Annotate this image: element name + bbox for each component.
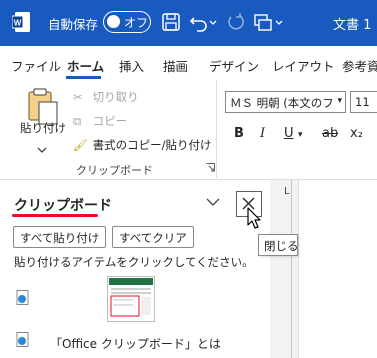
screenshot-thumbnail-icon (109, 278, 153, 317)
tab-draw[interactable]: 描画 (163, 56, 188, 75)
cut-label: 切り取り (92, 90, 139, 104)
customize-quick-access-icon[interactable] (252, 11, 274, 33)
subscript-button[interactable]: x₂ (350, 126, 363, 141)
ribbon-tabs: ファイル ホーム 挿入 描画 デザイン レイアウト 参考資 (0, 46, 377, 80)
close-tooltip: 閉じる (258, 234, 299, 256)
word-app-icon: W (12, 12, 30, 32)
font-size-select[interactable]: 11 (350, 91, 377, 113)
autosave-toggle[interactable]: オフ (103, 11, 151, 33)
pane-hint: 貼り付けるアイテムをクリックしてください。 (14, 255, 254, 269)
vertical-ruler (270, 180, 292, 358)
undo-icon[interactable] (188, 11, 210, 33)
tab-file[interactable]: ファイル (11, 56, 61, 75)
copy-icon: ⧉ (73, 114, 82, 128)
document-title: 文書 1 (333, 18, 372, 33)
clip-item-web-icon (16, 332, 29, 347)
clipboard-help-link[interactable]: 「Office クリップボード」とは (50, 335, 221, 352)
format-painter-label: 書式のコピー/貼り付け (92, 138, 212, 152)
strikethrough-button[interactable]: ab (322, 126, 338, 141)
format-painter-icon: 🖌 (73, 138, 88, 152)
tab-layout[interactable]: レイアウト (272, 56, 335, 75)
copy-button[interactable]: ⧉ コピー (73, 113, 127, 129)
save-icon[interactable] (160, 11, 182, 33)
font-name-select[interactable]: ＭＳ 明朝 (本文のフ ▾ (225, 91, 346, 113)
clear-all-button[interactable]: すべてクリア (112, 226, 194, 248)
active-tab-indicator (66, 76, 101, 79)
mouse-cursor-icon (247, 207, 261, 229)
italic-button[interactable]: I (260, 126, 265, 141)
clipboard-pane: クリップボード すべて貼り付け すべてクリア 貼り付けるアイテムをクリックしてく… (0, 181, 270, 358)
cut-button[interactable]: ✂ 切り取り (73, 89, 139, 105)
tab-home[interactable]: ホーム (67, 56, 104, 75)
quick-access-dropdown-icon[interactable] (274, 11, 284, 33)
clipboard-item-thumbnail[interactable] (107, 276, 155, 322)
font-name-value: ＭＳ 明朝 (本文のフ (230, 96, 334, 110)
tab-references[interactable]: 参考資 (342, 56, 377, 75)
autosave-state: オフ (124, 16, 149, 30)
title-bar: W 自動保存 オフ 文書 1 (0, 0, 377, 46)
paste-label[interactable]: 貼り付け (20, 120, 66, 136)
document-page[interactable] (298, 180, 377, 358)
underline-button[interactable]: U (284, 126, 294, 141)
underline-dropdown-icon[interactable]: ▾ (298, 130, 303, 140)
tab-insert[interactable]: 挿入 (119, 56, 144, 75)
pane-title: クリップボード (14, 198, 112, 214)
svg-text:W: W (14, 19, 22, 28)
scissors-icon: ✂ (73, 90, 83, 104)
clipboard-group-label: クリップボード (76, 164, 153, 177)
tab-stop-selector[interactable]: L (284, 186, 290, 197)
font-size-value: 11 (355, 95, 370, 109)
bold-button[interactable]: B (234, 126, 244, 141)
tab-design[interactable]: デザイン (209, 56, 259, 75)
pane-title-underline (12, 214, 98, 217)
toggle-knob (107, 15, 120, 28)
dialog-launcher-icon[interactable] (206, 163, 215, 172)
undo-dropdown-icon[interactable] (208, 11, 218, 33)
paste-all-button[interactable]: すべて貼り付け (13, 226, 107, 248)
format-painter-button[interactable]: 🖌 書式のコピー/貼り付け (73, 137, 212, 153)
chevron-down-icon[interactable] (206, 197, 220, 207)
autosave-label: 自動保存 (48, 17, 99, 32)
clip-item-web-icon (16, 290, 29, 305)
copy-label: コピー (92, 114, 128, 128)
chevron-down-icon: ▾ (337, 96, 342, 106)
redo-icon[interactable] (225, 11, 247, 33)
